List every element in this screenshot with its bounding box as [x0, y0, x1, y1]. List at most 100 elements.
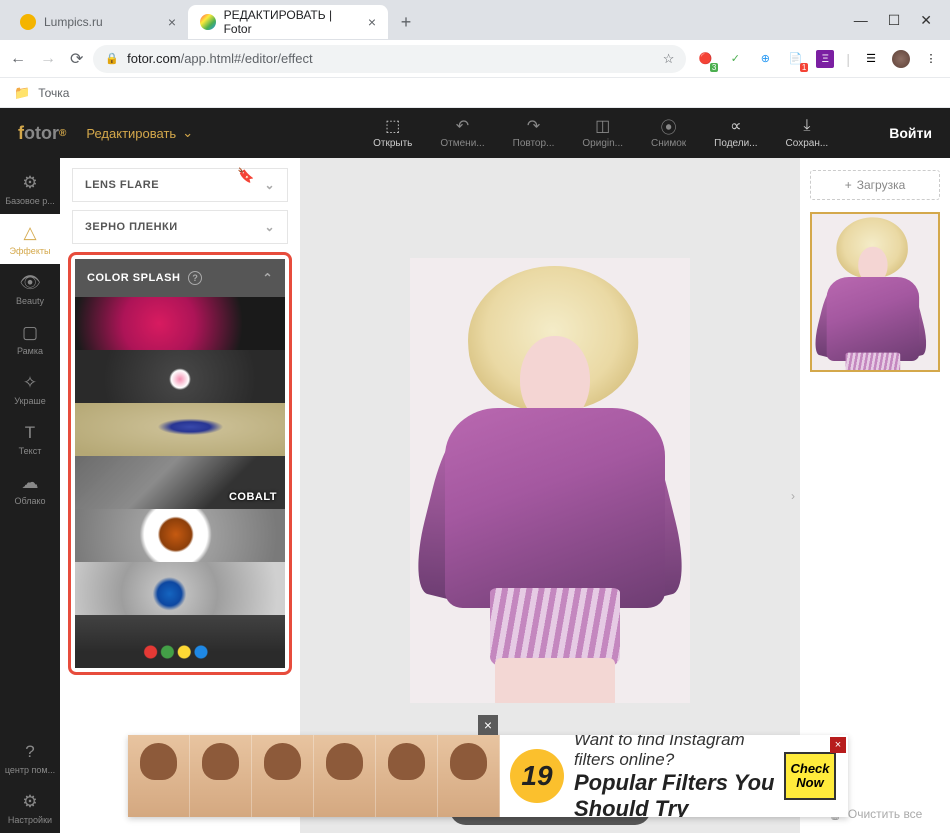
tool-icon: ⬚ — [385, 117, 400, 135]
rail-item[interactable]: TТекст — [0, 414, 60, 464]
menu-icon[interactable]: ⋮ — [922, 50, 940, 68]
ext-icon[interactable]: ⊕ — [756, 50, 774, 68]
upload-button[interactable]: + Загрузка — [810, 170, 940, 200]
effect-thumb[interactable] — [75, 509, 285, 562]
tool-icon: ↶ — [456, 117, 469, 135]
reading-list-icon[interactable]: ☰ — [862, 50, 880, 68]
close-icon[interactable]: × — [368, 14, 376, 30]
rail-item[interactable]: ⚙Базовое р... — [0, 164, 60, 214]
effect-thumb[interactable]: COBALT — [75, 456, 285, 509]
minimize-icon[interactable]: — — [854, 12, 868, 28]
extensions: 🔴3 ✓ ⊕ 📄1 Ξ | ☰ ⋮ — [696, 50, 940, 68]
new-tab-button[interactable]: + — [392, 8, 420, 36]
tab-title: РЕДАКТИРОВАТЬ | Fotor — [224, 8, 360, 36]
effect-thumb[interactable] — [75, 403, 285, 456]
rail-item[interactable]: ⚙Настройки — [0, 783, 60, 833]
url-text: fotor.com/app.html#/editor/effect — [127, 51, 655, 66]
chevron-down-icon: ⌄ — [264, 178, 275, 192]
color-splash-thumbs: COBALT — [75, 297, 285, 668]
rail-item[interactable]: ▢Рамка — [0, 314, 60, 364]
tab-fotor[interactable]: РЕДАКТИРОВАТЬ | Fotor × — [188, 5, 388, 39]
toolbar-button[interactable]: ↶Отмени... — [440, 117, 484, 149]
section-label: ЗЕРНО ПЛЕНКИ — [85, 221, 178, 233]
tab-strip: Lumpics.ru × РЕДАКТИРОВАТЬ | Fotor × + — [0, 4, 420, 40]
tool-icon: ⦿ — [661, 117, 677, 135]
effect-thumb[interactable] — [75, 615, 285, 668]
ad-cta-button[interactable]: CheckNow — [784, 752, 836, 800]
rail-icon: ▢ — [22, 323, 38, 343]
collapse-handle[interactable]: › — [786, 468, 800, 524]
rail-icon: T — [25, 423, 35, 443]
toolbar-button[interactable]: ⤓Сохран... — [786, 117, 829, 149]
right-panel: + Загрузка 🗑 Очистить все — [800, 158, 950, 833]
ext-icon[interactable]: ✓ — [726, 50, 744, 68]
help-icon[interactable]: ? — [188, 271, 202, 285]
rail-icon: ? — [25, 742, 34, 762]
rail-item[interactable]: ☁Облако — [0, 464, 60, 514]
close-window-icon[interactable]: ✕ — [920, 12, 932, 29]
back-icon[interactable]: ← — [10, 50, 26, 68]
fotor-logo[interactable]: fotor® — [18, 123, 66, 144]
address-bar: ← → ⟳ 🔒 fotor.com/app.html#/editor/effec… — [0, 40, 950, 78]
canvas-image[interactable] — [410, 258, 690, 703]
ad-banner[interactable]: 19 Want to find Instagram filters online… — [128, 735, 848, 817]
effect-section-filmgrain[interactable]: ЗЕРНО ПЛЕНКИ ⌄ — [72, 210, 288, 244]
edit-dropdown[interactable]: Редактировать ⌄ — [86, 125, 193, 141]
thumb-label: COBALT — [229, 491, 277, 503]
bookmark-item[interactable]: Точка — [38, 86, 69, 100]
browser-titlebar: Lumpics.ru × РЕДАКТИРОВАТЬ | Fotor × + —… — [0, 0, 950, 40]
login-button[interactable]: Войти — [889, 125, 932, 141]
toolbar-button[interactable]: ∝Подели... — [714, 117, 757, 149]
profile-icon[interactable] — [892, 50, 910, 68]
rail-icon: ⚙ — [22, 792, 37, 812]
bookmark-icon: 🔖 — [237, 167, 255, 184]
tab-lumpics[interactable]: Lumpics.ru × — [8, 5, 188, 39]
toolbar-button[interactable]: ⦿Снимок — [651, 117, 686, 149]
app-body: ⚙Базовое р...△Эффекты👁Beauty▢Рамка✧Украш… — [0, 158, 950, 833]
fotor-app: fotor® Редактировать ⌄ ⬚Открыть ↶Отмени..… — [0, 108, 950, 833]
rail-item[interactable]: ?центр пом... — [0, 733, 60, 783]
window-controls: — ☐ ✕ — [854, 0, 950, 40]
ad-collapse-button[interactable]: × — [478, 715, 498, 735]
top-toolbar: ⬚Открыть ↶Отмени... ↷Повтор... ◫Ориgin... ⦿С… — [373, 117, 828, 149]
rail-icon: ✧ — [23, 373, 37, 393]
color-splash-header[interactable]: COLOR SPLASH ? ⌃ — [75, 259, 285, 297]
rail-icon: ⚙ — [22, 173, 37, 193]
thumbnail-selected[interactable] — [810, 212, 940, 372]
star-icon[interactable]: ☆ — [663, 51, 675, 67]
chevron-up-icon: ⌃ — [262, 271, 273, 285]
url-field[interactable]: 🔒 fotor.com/app.html#/editor/effect ☆ — [93, 45, 686, 73]
rail-item[interactable]: ✧Украше — [0, 364, 60, 414]
rail-icon: 👁 — [19, 273, 41, 293]
favicon-icon — [20, 14, 36, 30]
ext-icon[interactable]: 📄1 — [786, 50, 804, 68]
ext-icon[interactable]: Ξ — [816, 50, 834, 68]
forward-icon[interactable]: → — [40, 50, 56, 68]
left-rail: ⚙Базовое р...△Эффекты👁Beauty▢Рамка✧Украш… — [0, 158, 60, 833]
reload-icon[interactable]: ⟳ — [70, 49, 83, 69]
toolbar-button[interactable]: ⬚Открыть — [373, 117, 412, 149]
tool-icon: ↷ — [527, 117, 540, 135]
nav-icons: ← → ⟳ — [10, 49, 83, 69]
canvas-area[interactable]: − 27% + Сравнить › — [300, 158, 800, 833]
toolbar-button[interactable]: ↷Повтор... — [513, 117, 555, 149]
effect-thumb[interactable] — [75, 350, 285, 403]
rail-item[interactable]: △Эффекты — [0, 214, 60, 264]
bookmarks-bar: 📁 Точка — [0, 78, 950, 108]
ad-close-icon[interactable]: × — [830, 737, 846, 753]
effect-section-lensflare[interactable]: LENS FLARE 🔖 ⌄ — [72, 168, 288, 202]
close-icon[interactable]: × — [168, 14, 176, 30]
toolbar-button[interactable]: ◫Ориgin... — [582, 117, 623, 149]
tool-icon: ∝ — [730, 117, 741, 135]
ext-icon[interactable]: 🔴3 — [696, 50, 714, 68]
effect-thumb[interactable] — [75, 297, 285, 350]
effects-panel: LENS FLARE 🔖 ⌄ ЗЕРНО ПЛЕНКИ ⌄ COLOR SPLA… — [60, 158, 300, 833]
section-label: COLOR SPLASH — [87, 272, 180, 284]
chevron-down-icon: ⌄ — [182, 125, 193, 141]
maximize-icon[interactable]: ☐ — [888, 12, 901, 29]
rail-icon: △ — [23, 223, 36, 243]
tool-icon: ⤓ — [803, 117, 810, 135]
rail-item[interactable]: 👁Beauty — [0, 264, 60, 314]
effect-thumb[interactable] — [75, 562, 285, 615]
rail-icon: ☁ — [22, 473, 39, 493]
